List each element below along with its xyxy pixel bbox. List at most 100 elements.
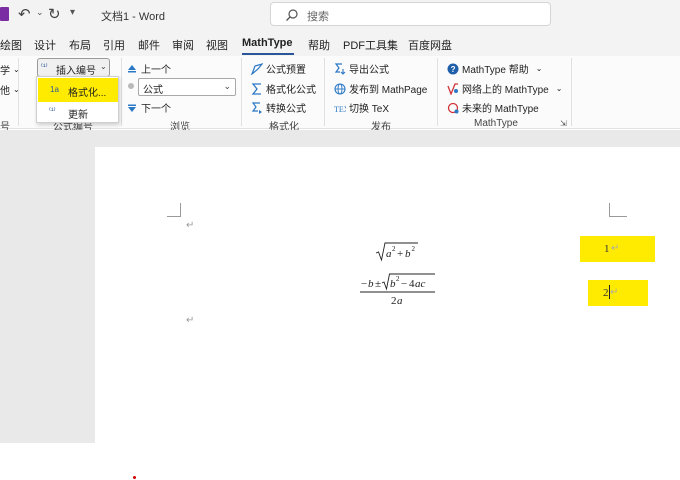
save-icon[interactable]	[0, 7, 9, 21]
insert-number-icon: ⁽¹⁾	[41, 62, 48, 71]
menu-item-update[interactable]: ⁽¹⁾ 更新	[38, 102, 118, 123]
tab-pdf-tools[interactable]: PDF工具集	[343, 37, 398, 53]
crop-mark-left	[167, 203, 181, 217]
tab-references[interactable]: 引用	[103, 37, 125, 53]
toggle-tex-button[interactable]: TEX 切换 TeX	[334, 100, 389, 115]
mathtype-group-label: MathType	[474, 118, 518, 129]
paragraph-mark: ↵	[186, 315, 195, 326]
separator	[571, 58, 572, 126]
equation-number-box-2[interactable]: 2 ↵	[588, 280, 648, 306]
svg-text:2: 2	[412, 245, 416, 253]
search-icon	[286, 9, 298, 21]
partial-button-2[interactable]: 他 ⌄	[0, 82, 20, 97]
svg-text:TEX: TEX	[334, 105, 346, 114]
equation-number-2: 2	[603, 287, 609, 299]
browse-type-value: 公式	[143, 85, 163, 96]
tab-view[interactable]: 视图	[206, 37, 228, 53]
mathtype-future-button[interactable]: 未来的 MathType	[447, 100, 539, 115]
tab-mailings[interactable]: 邮件	[138, 37, 160, 53]
svg-text:?: ?	[451, 65, 456, 74]
paragraph-mark: ↵	[611, 243, 620, 254]
mathtype-help-label: MathType 帮助	[462, 65, 529, 76]
equation-1[interactable]: a 2 + b 2	[375, 240, 419, 262]
more-icon[interactable]: ▾	[70, 7, 75, 18]
previous-label: 上一个	[141, 65, 171, 76]
document-page[interactable]: ↵ ↵ a 2 + b 2 − b ± b 2 − 4 ac 2 a 1 ↵ 2…	[95, 147, 680, 443]
menu-item-format[interactable]: 1a 格式化...	[38, 78, 118, 102]
next-label: 下一个	[141, 104, 171, 115]
menu-item-format-label: 格式化...	[68, 88, 107, 99]
svg-text:a: a	[397, 295, 403, 307]
search-box[interactable]: 搜索	[270, 2, 551, 26]
insert-number-button[interactable]: ⁽¹⁾ 插入编号 ⌄	[37, 58, 110, 77]
title-bar: ↶ ⌄ ↻ ▾ 文档1 - Word 搜索	[0, 0, 680, 30]
separator	[437, 58, 438, 126]
export-equation-button[interactable]: 导出公式	[334, 61, 389, 76]
browse-type-select[interactable]: 公式 ⌄	[138, 78, 236, 96]
down-arrow-icon	[128, 104, 136, 112]
tab-layout[interactable]: 布局	[69, 37, 91, 53]
partial-button-1[interactable]: 学 ⌄	[0, 62, 20, 77]
up-arrow-icon	[128, 64, 136, 72]
undo-icon[interactable]: ↶	[18, 5, 31, 23]
tab-baidu-netdisk[interactable]: 百度网盘	[408, 37, 452, 53]
chevron-down-icon: ⌄	[535, 64, 543, 73]
chevron-down-icon: ⌄	[100, 62, 107, 71]
svg-text:±: ±	[375, 278, 381, 290]
svg-text:2: 2	[396, 275, 400, 283]
tab-help[interactable]: 帮助	[308, 37, 330, 53]
equation-preset-label: 公式预置	[266, 65, 306, 76]
insert-number-label: 插入编号	[56, 66, 96, 77]
crop-mark-right	[609, 203, 627, 217]
red-dot	[133, 476, 136, 479]
svg-text:2: 2	[391, 295, 397, 307]
export-equation-label: 导出公式	[349, 65, 389, 76]
separator	[241, 58, 242, 126]
preset-icon	[251, 62, 263, 75]
export-icon	[334, 62, 346, 75]
search-placeholder: 搜索	[307, 11, 329, 23]
equation-number-box-1[interactable]: 1 ↵	[580, 236, 655, 262]
svg-text:ac: ac	[415, 278, 426, 290]
convert-equation-button[interactable]: 转换公式	[251, 100, 306, 115]
svg-text:−: −	[401, 278, 407, 290]
below-page-area	[0, 443, 680, 480]
tab-review[interactable]: 审阅	[172, 37, 194, 53]
equation-preset-button[interactable]: 公式预置	[251, 61, 306, 76]
toggle-tex-label: 切换 TeX	[349, 104, 390, 115]
svg-text:b: b	[368, 278, 374, 290]
svg-text:2: 2	[392, 245, 396, 253]
format-number-icon: 1a	[50, 85, 59, 94]
tab-draw[interactable]: 绘图	[0, 37, 22, 53]
publish-mathpage-label: 发布到 MathPage	[349, 85, 428, 96]
mathtype-help-button[interactable]: ? MathType 帮助 ⌄	[447, 61, 542, 76]
chevron-down-icon: ⌄	[223, 81, 231, 91]
previous-button[interactable]: 上一个	[126, 61, 171, 76]
active-tab-indicator	[242, 53, 294, 55]
convert-icon	[251, 101, 262, 114]
tab-mathtype[interactable]: MathType	[242, 37, 293, 49]
separator	[121, 58, 122, 126]
equation-number-1: 1	[604, 243, 610, 255]
convert-equation-label: 转换公式	[266, 104, 306, 115]
redo-icon[interactable]: ↻	[48, 5, 61, 23]
mathtype-future-label: 未来的 MathType	[462, 104, 539, 115]
help-icon: ?	[447, 63, 459, 74]
next-button[interactable]: 下一个	[126, 100, 171, 115]
dialog-launcher-icon[interactable]: ⇲	[560, 119, 567, 128]
chevron-down-icon: ⌄	[555, 84, 563, 93]
tex-icon: TEX	[334, 105, 346, 114]
paragraph-mark: ↵	[186, 220, 195, 231]
tab-design[interactable]: 设计	[34, 37, 56, 53]
mathtype-online-label: 网络上的 MathType	[462, 85, 549, 96]
mathtype-online-button[interactable]: 网络上的 MathType ⌄	[447, 81, 562, 96]
update-icon: ⁽¹⁾	[49, 106, 56, 115]
equation-2[interactable]: − b ± b 2 − 4 ac 2 a	[360, 272, 436, 310]
chevron-down-icon[interactable]: ⌄	[36, 7, 44, 18]
svg-text:+: +	[397, 248, 403, 260]
globe-icon	[334, 82, 346, 95]
format-equation-button[interactable]: 格式化公式	[251, 81, 316, 96]
publish-mathpage-button[interactable]: 发布到 MathPage	[334, 81, 427, 96]
separator	[324, 58, 325, 126]
ribbon-tabs: 绘图 设计 布局 引用 邮件 审阅 视图 MathType 帮助 PDF工具集 …	[0, 30, 680, 56]
